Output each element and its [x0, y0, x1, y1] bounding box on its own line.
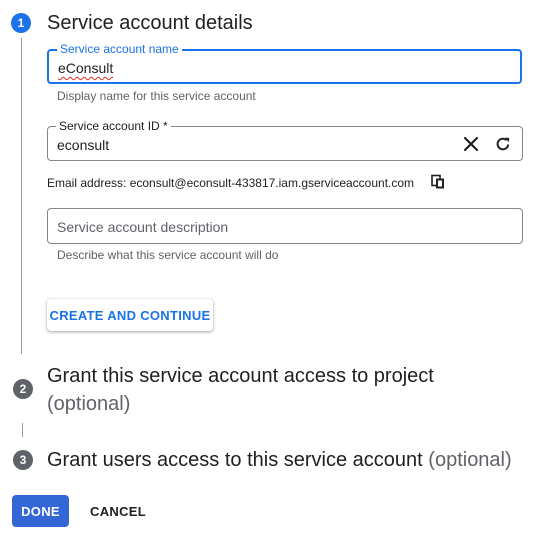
step-2-indicator: 2 [13, 379, 33, 399]
step-1-number: 1 [17, 16, 25, 30]
step-3-title[interactable]: Grant users access to this service accou… [47, 446, 512, 474]
step-3-number: 3 [19, 453, 27, 467]
step-1-title: Service account details [47, 12, 253, 34]
step-1-indicator: 1 [11, 13, 31, 33]
cancel-button[interactable]: CANCEL [82, 495, 154, 527]
step-connector-2 [22, 423, 23, 437]
step-3-indicator: 3 [13, 450, 33, 470]
close-icon[interactable] [461, 134, 481, 154]
service-account-name-value: eConsult [58, 60, 114, 76]
refresh-icon[interactable] [493, 134, 513, 154]
service-account-id-label: Service account ID * [56, 119, 171, 133]
service-account-name-hint: Display name for this service account [57, 89, 256, 103]
service-account-description-field[interactable]: Service account description [47, 208, 523, 244]
service-account-description-placeholder: Service account description [57, 219, 229, 235]
step-2-title[interactable]: Grant this service account access to pro… [47, 362, 507, 418]
service-account-name-label: Service account name [57, 42, 182, 56]
copy-icon[interactable] [430, 174, 446, 190]
service-account-id-field[interactable]: Service account ID * econsult [47, 119, 523, 161]
step-2-number: 2 [19, 382, 27, 396]
step-3-title-text: Grant users access to this service accou… [47, 449, 423, 471]
step-connector-1 [21, 38, 22, 354]
step-2-title-text: Grant this service account access to pro… [47, 365, 434, 387]
service-account-description-hint: Describe what this service account will … [57, 248, 279, 262]
step-3-optional: (optional) [428, 449, 512, 471]
email-address-text: Email address: econsult@econsult-433817.… [47, 176, 415, 190]
done-button[interactable]: DONE [12, 495, 69, 527]
service-account-id-value: econsult [57, 137, 110, 153]
service-account-name-field[interactable]: Service account name eConsult [47, 42, 522, 84]
step-2-optional: (optional) [47, 393, 131, 415]
create-and-continue-button[interactable]: CREATE AND CONTINUE [47, 299, 213, 331]
